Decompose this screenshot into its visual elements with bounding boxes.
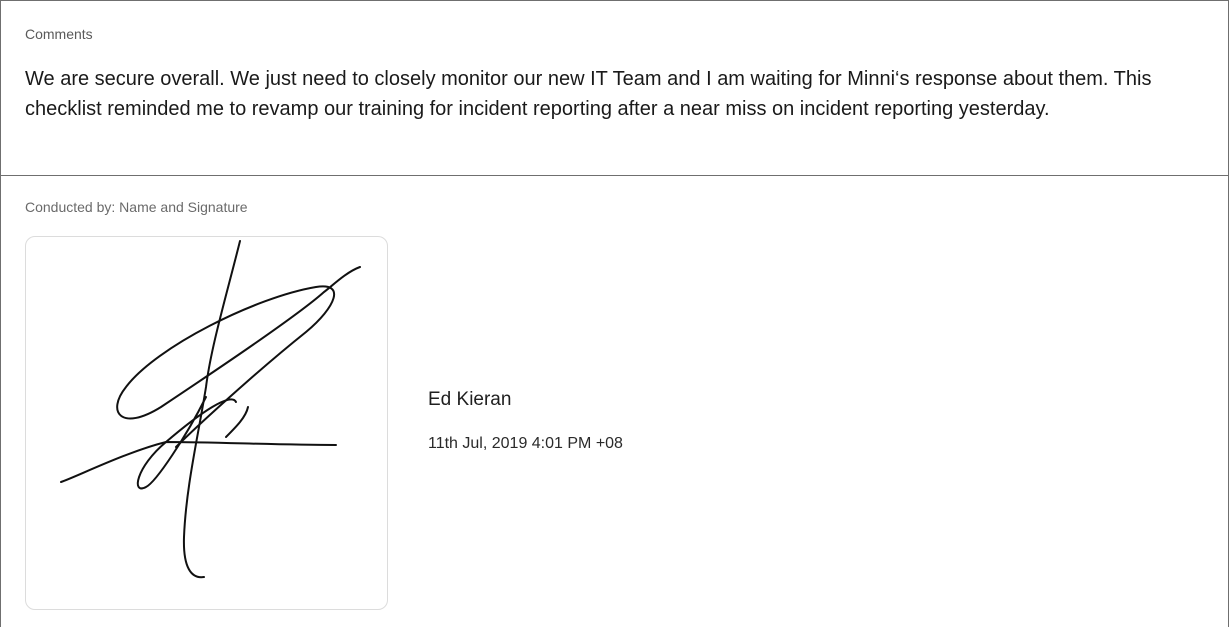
signature-timestamp: 11th Jul, 2019 4:01 PM +08 — [428, 435, 623, 452]
comments-label: Comments — [25, 26, 93, 42]
signature-label: Conducted by: Name and Signature — [25, 199, 248, 215]
signature-drawing — [60, 240, 361, 579]
report-frame: Comments We are secure overall. We just … — [0, 0, 1229, 627]
comments-section: Comments We are secure overall. We just … — [1, 1, 1228, 176]
signature-section: Conducted by: Name and Signature Ed Kier… — [1, 177, 1228, 628]
comments-text: We are secure overall. We just need to c… — [25, 68, 1152, 120]
signer-name: Ed Kieran — [428, 389, 512, 410]
signature-image-box — [25, 236, 388, 610]
